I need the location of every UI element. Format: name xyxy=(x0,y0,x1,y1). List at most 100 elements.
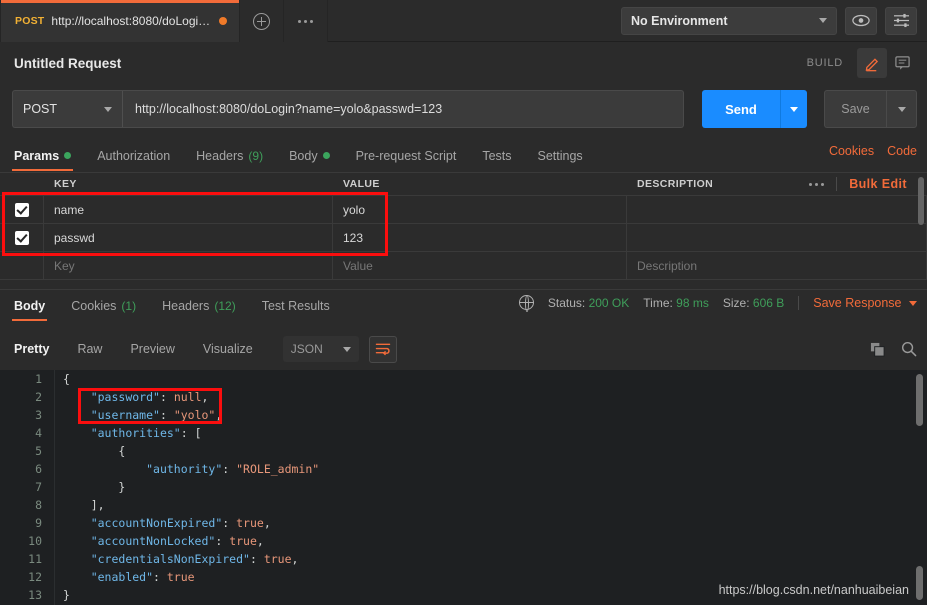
new-tab-button[interactable] xyxy=(240,0,284,42)
request-tab-method: POST xyxy=(15,15,45,27)
code-token: "credentialsNonExpired" xyxy=(90,552,250,566)
view-tab-raw[interactable]: Raw xyxy=(77,342,102,356)
checkbox-checked-icon[interactable] xyxy=(14,202,29,217)
send-options-button[interactable] xyxy=(780,90,807,128)
status-label: Status: xyxy=(547,295,586,310)
cookies-link[interactable]: Cookies xyxy=(829,144,874,158)
send-button[interactable]: Send xyxy=(702,90,780,128)
params-row-key[interactable]: name xyxy=(44,196,333,223)
url-bar: POST http://localhost:8080/doLogin?name=… xyxy=(0,86,927,132)
code-token: { xyxy=(118,444,126,458)
code-line: "accountNonLocked": true, xyxy=(55,532,927,550)
bulk-edit-link[interactable]: Bulk Edit xyxy=(849,177,907,191)
edit-request-button[interactable] xyxy=(857,48,887,78)
save-options-button[interactable] xyxy=(886,90,917,128)
line-number: 9 xyxy=(35,516,42,530)
request-tab-active[interactable]: POST http://localhost:8080/doLogin... xyxy=(0,0,240,42)
params-row-checkbox-cell[interactable] xyxy=(0,224,44,251)
params-placeholder-row[interactable]: Key Value Description xyxy=(0,252,927,280)
code-line: "credentialsNonExpired": true, xyxy=(55,550,927,568)
response-format-value: JSON xyxy=(290,342,323,356)
response-body-scrollbar-lower[interactable] xyxy=(916,566,923,600)
chevron-down-icon xyxy=(104,106,112,112)
params-table-header: KEY VALUE DESCRIPTION Bulk Edit xyxy=(0,173,927,196)
comments-button[interactable] xyxy=(887,48,917,78)
line-number: 5 xyxy=(35,444,42,458)
table-row[interactable]: passwd 123 xyxy=(0,224,927,252)
tab-pre-request-script[interactable]: Pre-request Script xyxy=(356,140,457,171)
response-tab-headers[interactable]: Headers (12) xyxy=(162,290,236,321)
params-row-checkbox-cell[interactable] xyxy=(0,196,44,223)
response-tab-cookies[interactable]: Cookies (1) xyxy=(71,290,136,321)
view-tab-preview[interactable]: Preview xyxy=(130,342,174,356)
params-placeholder-checkbox-cell xyxy=(0,252,44,279)
view-tab-visualize[interactable]: Visualize xyxy=(203,342,253,356)
params-placeholder-value[interactable]: Value xyxy=(333,252,627,279)
postman-window: POST http://localhost:8080/doLogin... No… xyxy=(0,0,927,605)
response-format-selector[interactable]: JSON xyxy=(282,336,359,362)
response-tab-test-results[interactable]: Test Results xyxy=(262,290,330,321)
response-tab-headers-count: (12) xyxy=(214,298,236,313)
tab-params-label: Params xyxy=(14,148,60,163)
params-row-description[interactable] xyxy=(627,224,927,251)
response-body-code[interactable]: { "password": null, "username": "yolo", … xyxy=(55,370,927,605)
code-token: } xyxy=(118,480,126,494)
search-icon[interactable] xyxy=(901,341,917,357)
code-line: "password": null, xyxy=(55,388,927,406)
params-row-value[interactable]: 123 xyxy=(333,224,627,251)
response-body-scrollbar[interactable] xyxy=(916,374,923,426)
wrap-lines-button[interactable] xyxy=(368,335,397,363)
params-header-description: DESCRIPTION Bulk Edit xyxy=(627,173,927,195)
chevron-down-icon xyxy=(342,346,351,352)
request-tabs-zone: POST http://localhost:8080/doLogin... xyxy=(0,0,328,42)
tab-params[interactable]: Params xyxy=(11,140,74,171)
response-tab-body[interactable]: Body xyxy=(11,290,48,321)
code-token: } xyxy=(63,588,70,602)
response-body-viewer[interactable]: 1 2 3 4 5 6 7 8 9 10 11 12 13 { "password": null, "u… xyxy=(0,370,927,605)
save-button-group: Save xyxy=(824,90,917,128)
tab-headers[interactable]: Headers (9) xyxy=(196,140,263,171)
line-number: 6 xyxy=(35,462,42,476)
tab-tests[interactable]: Tests xyxy=(482,140,511,171)
environment-quick-look-button[interactable] xyxy=(845,6,877,35)
chevron-down-icon xyxy=(819,18,827,23)
status-dot-icon xyxy=(322,152,330,159)
params-placeholder-description[interactable]: Description xyxy=(627,252,927,279)
tab-body[interactable]: Body xyxy=(289,140,330,171)
params-row-value[interactable]: yolo xyxy=(333,196,627,223)
http-method-value: POST xyxy=(23,102,58,116)
time-badge: Time: 98 ms xyxy=(643,296,709,310)
params-row-key[interactable]: passwd xyxy=(44,224,333,251)
copy-icon[interactable] xyxy=(870,342,885,357)
settings-button[interactable] xyxy=(885,6,917,35)
tab-settings[interactable]: Settings xyxy=(538,140,583,171)
line-number: 12 xyxy=(28,570,42,584)
params-scrollbar[interactable] xyxy=(918,177,924,225)
table-row[interactable]: name yolo xyxy=(0,196,927,224)
params-header-key: KEY xyxy=(54,178,77,190)
ellipsis-icon xyxy=(298,19,313,23)
code-token: "yolo" xyxy=(173,408,216,422)
checkbox-checked-icon[interactable] xyxy=(14,230,29,245)
view-tab-pretty[interactable]: Pretty xyxy=(14,342,49,356)
comment-icon xyxy=(894,56,910,70)
page-title: Untitled Request xyxy=(14,55,122,71)
plus-circle-icon xyxy=(253,12,270,30)
http-method-selector[interactable]: POST xyxy=(12,90,122,128)
code-token: "authority" xyxy=(146,462,223,476)
url-input[interactable]: http://localhost:8080/doLogin?name=yolo&… xyxy=(122,90,684,128)
save-response-button[interactable]: Save Response xyxy=(813,296,917,310)
code-line: ], xyxy=(55,496,927,514)
environment-selector[interactable]: No Environment xyxy=(621,6,837,35)
divider xyxy=(836,177,838,191)
code-link[interactable]: Code xyxy=(887,144,917,158)
title-row-tools: BUILD xyxy=(807,48,917,78)
params-row-description[interactable] xyxy=(627,196,927,223)
request-tab-label: http://localhost:8080/doLogin... xyxy=(51,14,212,28)
code-token: : xyxy=(153,570,167,584)
save-button[interactable]: Save xyxy=(824,90,886,128)
more-tabs-button[interactable] xyxy=(284,0,328,42)
tab-authorization[interactable]: Authorization xyxy=(97,140,170,171)
params-placeholder-key[interactable]: Key xyxy=(44,252,333,279)
ellipsis-icon[interactable] xyxy=(809,182,825,186)
